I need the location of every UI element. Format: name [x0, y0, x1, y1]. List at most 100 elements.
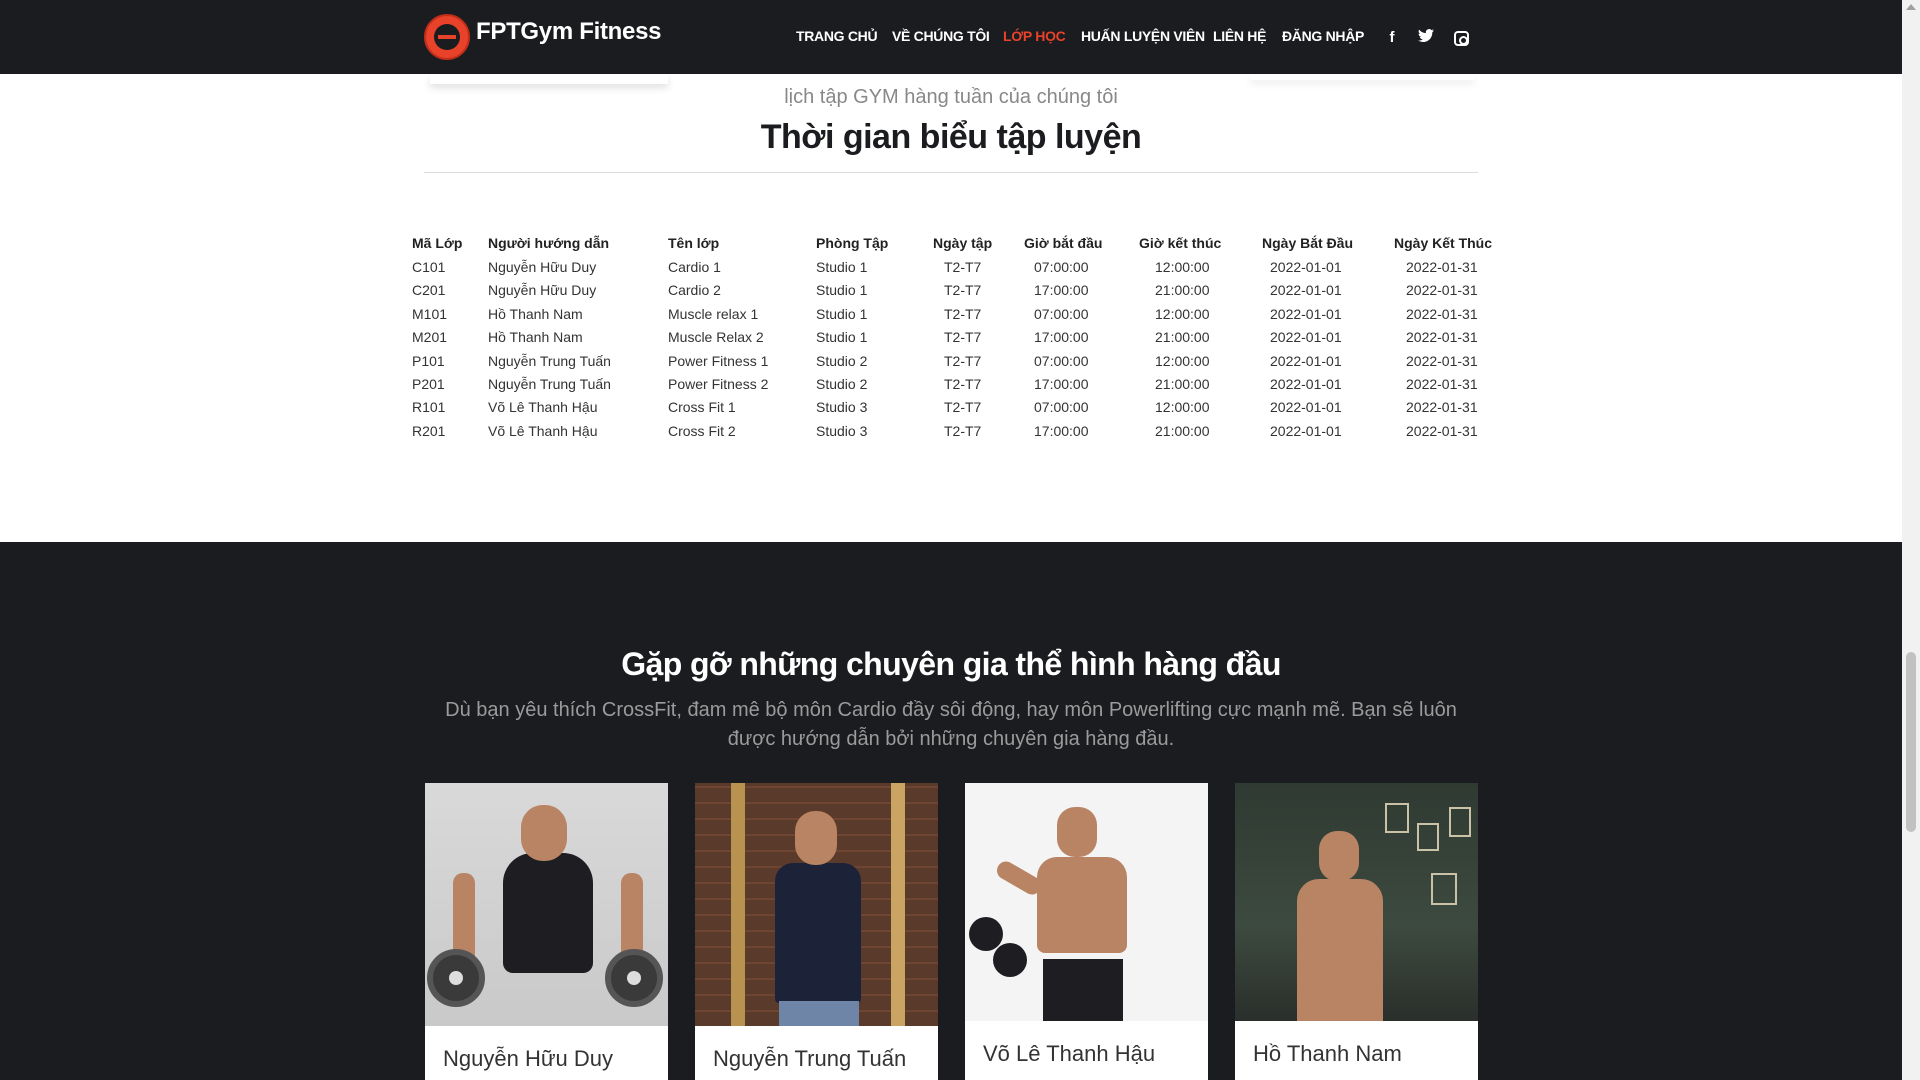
table-cell: C201 — [412, 282, 446, 299]
instagram-icon[interactable] — [1454, 31, 1469, 46]
nav-lien-he[interactable]: LIÊN HỆ — [1213, 28, 1266, 44]
table-cell: 2022-01-01 — [1270, 329, 1342, 346]
schedule-title: Thời gian biểu tập luyện — [760, 118, 1142, 156]
table-cell: P201 — [412, 376, 445, 392]
trainer-name: Hồ Thanh Nam — [1253, 1041, 1402, 1066]
table-cell: 2022-01-31 — [1406, 305, 1478, 322]
table-cell: 2022-01-01 — [1270, 399, 1342, 416]
table-cell: 17:00:00 — [1034, 422, 1089, 439]
table-cell: Studio 1 — [816, 282, 868, 299]
nav-trang-chu[interactable]: TRANG CHỦ — [796, 28, 878, 44]
table-cell: 21:00:00 — [1155, 329, 1210, 346]
scroll-up-arrow-icon[interactable] — [1906, 4, 1916, 10]
twitter-icon[interactable] — [1417, 29, 1435, 47]
table-cell: Studio 1 — [816, 305, 868, 322]
scrollbar[interactable] — [1902, 0, 1920, 1080]
trainer-name: Nguyễn Trung Tuấn — [713, 1046, 907, 1071]
table-cell: 2022-01-01 — [1270, 282, 1342, 299]
table-cell: T2-T7 — [944, 259, 982, 275]
table-cell: 2022-01-01 — [1270, 259, 1342, 275]
table-cell: 12:00:00 — [1155, 352, 1210, 369]
table-cell: R101 — [412, 399, 446, 416]
table-cell: 2022-01-01 — [1270, 305, 1342, 322]
table-cell: 17:00:00 — [1034, 329, 1089, 346]
table-cell: M101 — [412, 305, 448, 322]
facebook-icon[interactable]: f — [1383, 29, 1401, 47]
table-cell: 2022-01-31 — [1406, 376, 1478, 392]
table-cell: 2022-01-01 — [1270, 352, 1342, 369]
card-shadow-left — [430, 74, 668, 84]
table-cell: Studio 1 — [816, 329, 868, 346]
brand-name[interactable]: FPTGym Fitness — [476, 18, 661, 46]
scrollbar-thumb[interactable] — [1906, 652, 1916, 832]
table-cell: Muscle Relax 2 — [668, 329, 764, 346]
trainer-card[interactable]: Võ Lê Thanh Hậu — [965, 783, 1208, 1080]
trainers-section — [0, 542, 1902, 1080]
table-cell: Võ Lê Thanh Hậu — [488, 422, 598, 439]
nav-lop-hoc[interactable]: LỚP HỌC — [1003, 28, 1066, 44]
column-header: Tên lớp — [668, 235, 720, 251]
trainer-photo — [1235, 783, 1478, 1021]
table-cell: 2022-01-31 — [1406, 259, 1478, 275]
table-cell: Cardio 1 — [668, 259, 721, 275]
table-cell: Nguyễn Hữu Duy — [488, 282, 597, 299]
trainer-name: Nguyễn Hữu Duy — [443, 1046, 614, 1071]
table-cell: 2022-01-31 — [1406, 282, 1478, 299]
table-cell: Studio 2 — [816, 352, 868, 369]
table-cell: Nguyễn Trung Tuấn — [488, 376, 611, 392]
table-cell: R201 — [412, 422, 446, 439]
nav-ve-chung-toi[interactable]: VỀ CHÚNG TÔI — [892, 28, 990, 44]
column-header: Người hướng dẫn — [488, 235, 610, 251]
table-cell: Studio 3 — [816, 399, 868, 416]
trainer-card[interactable]: Nguyễn Hữu Duy — [425, 783, 668, 1080]
trainer-photo — [425, 783, 668, 1026]
nav-huan-luyen-vien[interactable]: HUẤN LUYỆN VIÊN — [1081, 28, 1205, 44]
trainer-photo — [695, 783, 938, 1026]
table-cell: 2022-01-31 — [1406, 422, 1478, 439]
table-cell: 21:00:00 — [1155, 282, 1210, 299]
table-cell: Cardio 2 — [668, 282, 721, 299]
card-shadow-right — [1250, 74, 1474, 80]
divider — [424, 172, 1478, 173]
table-cell: P101 — [412, 352, 445, 369]
table-cell: 21:00:00 — [1155, 376, 1210, 392]
trainer-card[interactable]: Nguyễn Trung Tuấn — [695, 783, 938, 1080]
schedule-subtitle: lịch tập GYM hàng tuần của chúng tôi — [784, 86, 1118, 108]
trainers-description: Dù bạn yêu thích CrossFit, đam mê bộ môn… — [445, 699, 1457, 750]
table-cell: T2-T7 — [944, 422, 982, 439]
table-cell: Studio 2 — [816, 376, 868, 392]
table-cell: Hồ Thanh Nam — [488, 329, 583, 346]
table-cell: 07:00:00 — [1034, 352, 1089, 369]
table-cell: Cross Fit 2 — [668, 422, 736, 439]
table-cell: T2-T7 — [944, 305, 982, 322]
column-header: Ngày Bắt Đầu — [1262, 235, 1354, 251]
column-header: Giờ kết thúc — [1139, 235, 1222, 251]
table-cell: Nguyễn Hữu Duy — [488, 259, 597, 275]
table-cell: T2-T7 — [944, 329, 982, 346]
table-cell: 12:00:00 — [1155, 259, 1210, 275]
column-header: Ngày tập — [933, 235, 993, 251]
logo-icon[interactable] — [424, 14, 470, 60]
table-cell: Studio 1 — [816, 259, 868, 275]
column-header: Phòng Tập — [816, 235, 889, 251]
table-cell: C101 — [412, 259, 446, 275]
table-cell: T2-T7 — [944, 282, 982, 299]
table-cell: 21:00:00 — [1155, 422, 1210, 439]
trainer-name: Võ Lê Thanh Hậu — [983, 1041, 1156, 1066]
table-cell: 07:00:00 — [1034, 259, 1089, 275]
table-cell: 17:00:00 — [1034, 282, 1089, 299]
table-cell: 2022-01-01 — [1270, 422, 1342, 439]
table-cell: 12:00:00 — [1155, 399, 1210, 416]
trainer-photo — [965, 783, 1208, 1021]
column-header: Ngày Kết Thúc — [1394, 235, 1493, 251]
table-cell: Muscle relax 1 — [668, 305, 759, 322]
table-cell: 2022-01-31 — [1406, 352, 1478, 369]
table-cell: Võ Lê Thanh Hậu — [488, 399, 598, 416]
table-cell: 2022-01-31 — [1406, 399, 1478, 416]
table-cell: 17:00:00 — [1034, 376, 1089, 392]
table-cell: 07:00:00 — [1034, 399, 1089, 416]
table-cell: M201 — [412, 329, 448, 346]
trainer-card[interactable]: Hồ Thanh Nam — [1235, 783, 1478, 1080]
nav-dang-nhap[interactable]: ĐĂNG NHẬP — [1282, 28, 1364, 44]
column-header: Giờ bắt đầu — [1024, 235, 1103, 251]
